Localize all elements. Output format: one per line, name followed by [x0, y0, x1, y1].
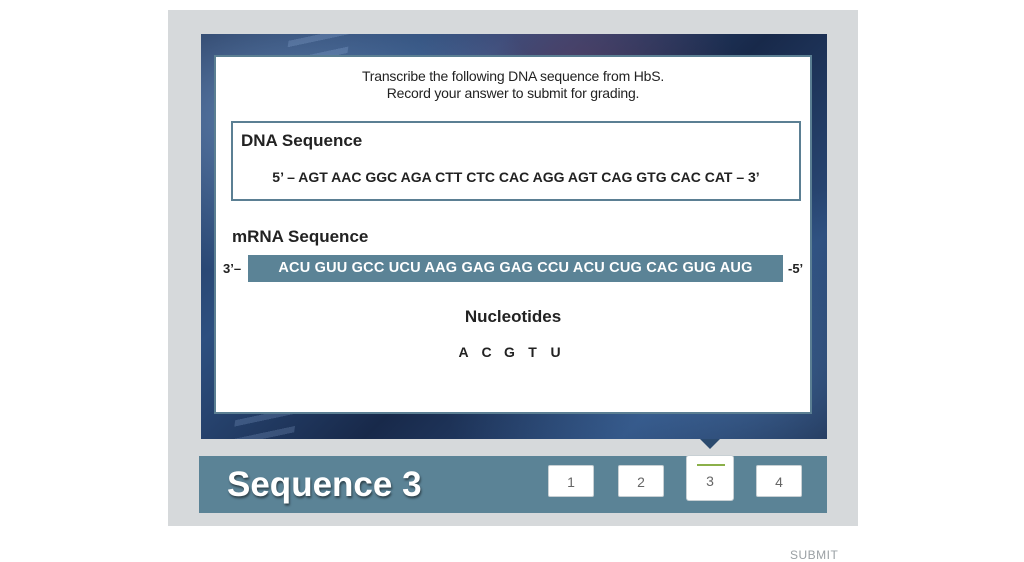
nucleotide-a[interactable]: A	[452, 344, 475, 360]
step-button-4[interactable]: 4	[756, 465, 802, 497]
nucleotide-u[interactable]: U	[544, 344, 567, 360]
mrna-prime-right: -5’	[788, 261, 804, 276]
instruction-line-2: Record your answer to submit for grading…	[386, 85, 640, 101]
dna-sequence-text: 5’ – AGT AAC GGC AGA CTT CTC CAC AGG AGT…	[272, 169, 760, 185]
step-button-3-active[interactable]: 3	[687, 456, 733, 500]
step-button-1[interactable]: 1	[548, 465, 594, 497]
mrna-prime-left: 3’–	[223, 261, 242, 276]
dna-sequence-box: DNA Sequence 5’ – AGT AAC GGC AGA CTT CT…	[231, 121, 801, 201]
nucleotides-title: Nucleotides	[464, 307, 562, 326]
nucleotide-c[interactable]: C	[475, 344, 498, 360]
active-step-pointer	[700, 439, 720, 449]
nucleotide-t[interactable]: T	[521, 344, 544, 360]
dna-sequence-title: DNA Sequence	[241, 131, 363, 150]
mrna-answer-field[interactable]: ACU GUU GCC UCU AAG GAG GAG CCU ACU CUG …	[248, 255, 783, 282]
transcription-card: Transcribe the following DNA sequence fr…	[214, 55, 812, 414]
instruction-line-1: Transcribe the following DNA sequence fr…	[361, 68, 665, 84]
sequence-title: Sequence 3	[227, 465, 422, 504]
sequence-footer-bar: Sequence 3 1 2 3 4	[199, 456, 827, 513]
nucleotide-palette: A C G T U	[452, 344, 567, 360]
mrna-sequence-title: mRNA Sequence	[232, 227, 369, 246]
step-button-2[interactable]: 2	[618, 465, 664, 497]
nucleotide-g[interactable]: G	[498, 344, 521, 360]
submit-button[interactable]: SUBMIT	[790, 548, 838, 562]
